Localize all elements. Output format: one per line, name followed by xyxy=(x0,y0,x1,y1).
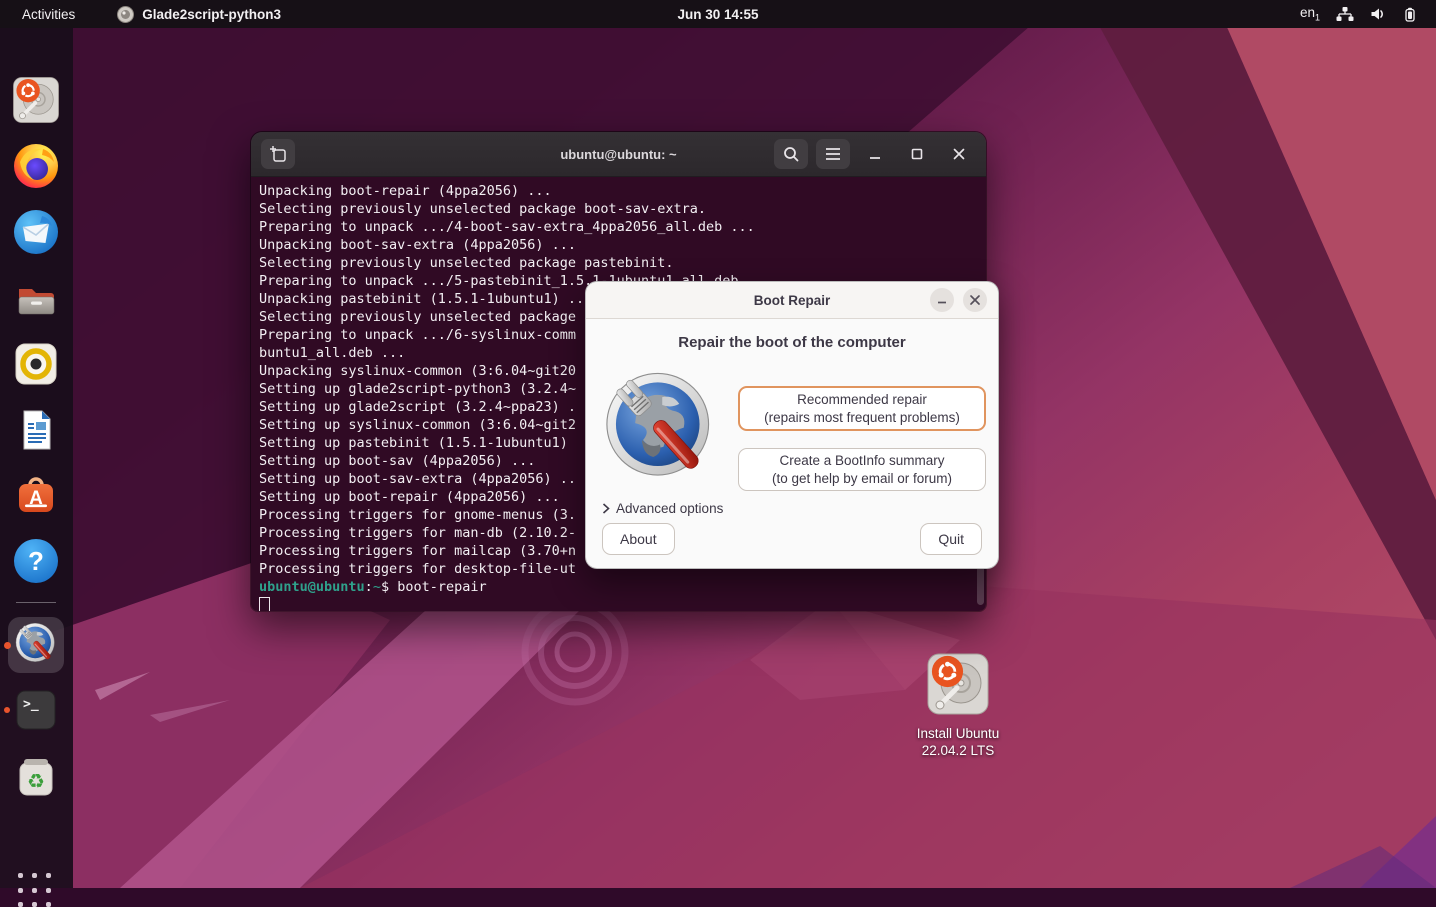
dock-item-install-ubuntu[interactable] xyxy=(12,76,60,124)
chevron-right-icon xyxy=(602,503,610,514)
svg-text:?: ? xyxy=(28,546,44,576)
dock-item-files[interactable] xyxy=(12,274,60,322)
advanced-options-expander[interactable]: Advanced options xyxy=(602,501,723,516)
terminal-titlebar[interactable]: ubuntu@ubuntu: ~ xyxy=(251,132,986,177)
new-tab-button[interactable] xyxy=(261,139,295,169)
terminal-line: Preparing to unpack .../4-boot-sav-extra… xyxy=(259,218,986,236)
terminal-prompt: ubuntu@ubuntu:~$ boot-repair xyxy=(259,578,986,596)
focused-app-indicator[interactable]: Glade2script-python3 xyxy=(117,6,281,23)
dialog-heading: Repair the boot of the computer xyxy=(586,334,998,351)
minimize-icon xyxy=(868,147,882,161)
volume-icon xyxy=(1370,7,1386,21)
terminal-line: Unpacking boot-repair (4ppa2056) ... xyxy=(259,182,986,200)
boot-repair-icon xyxy=(13,622,59,668)
boot-repair-logo xyxy=(602,370,718,492)
running-indicator-terminal xyxy=(4,707,10,713)
minimize-icon xyxy=(936,294,948,306)
minimize-button[interactable] xyxy=(858,139,892,169)
terminal-cursor xyxy=(259,597,270,612)
terminal-icon: >_ xyxy=(12,686,60,734)
dialog-close-button[interactable] xyxy=(963,288,987,312)
firefox-icon xyxy=(12,142,60,190)
maximize-icon xyxy=(910,147,924,161)
dialog-titlebar[interactable]: Boot Repair xyxy=(586,282,998,319)
install-ubuntu-icon xyxy=(926,652,990,716)
clock-button[interactable]: Jun 30 14:55 xyxy=(671,5,764,24)
dock-divider xyxy=(16,602,56,603)
desktop-icon-label: Install Ubuntu 22.04.2 LTS xyxy=(903,725,1013,759)
install-ubuntu-icon xyxy=(12,76,60,124)
dock-item-trash[interactable]: ♻ xyxy=(12,752,60,800)
search-button[interactable] xyxy=(774,139,808,169)
show-applications-button[interactable] xyxy=(18,873,54,907)
dock-item-firefox[interactable] xyxy=(12,142,60,190)
help-icon: ? xyxy=(12,537,60,585)
svg-text:♻: ♻ xyxy=(27,769,45,793)
svg-text:>_: >_ xyxy=(23,697,39,712)
close-icon xyxy=(952,147,966,161)
terminal-line: Selecting previously unselected package … xyxy=(259,200,986,218)
dialog-minimize-button[interactable] xyxy=(930,288,954,312)
files-icon xyxy=(12,274,60,322)
dock-item-thunderbird[interactable] xyxy=(12,208,60,256)
terminal-line: Unpacking boot-sav-extra (4ppa2056) ... xyxy=(259,236,986,254)
trash-icon: ♻ xyxy=(12,752,60,800)
focused-app-name: Glade2script-python3 xyxy=(142,7,281,22)
boot-repair-dialog: Boot Repair Repair the boot of the compu… xyxy=(585,281,999,569)
quit-button[interactable]: Quit xyxy=(920,523,982,555)
ubuntu-software-icon: A xyxy=(12,471,60,519)
dock-item-rhythmbox[interactable] xyxy=(12,340,60,388)
about-button[interactable]: About xyxy=(602,523,675,555)
dock-item-libreoffice-writer[interactable] xyxy=(12,406,60,454)
hamburger-icon xyxy=(825,147,841,161)
search-icon xyxy=(782,145,800,163)
maximize-button[interactable] xyxy=(900,139,934,169)
battery-icon xyxy=(1402,7,1418,22)
activities-button[interactable]: Activities xyxy=(16,5,81,24)
running-indicator-boot-repair xyxy=(4,642,11,649)
recommended-repair-button[interactable]: Recommended repair (repairs most frequen… xyxy=(738,386,986,431)
top-bar: Activities Glade2script-python3 Jun 30 1… xyxy=(0,0,1436,28)
network-icon xyxy=(1336,6,1354,22)
rhythmbox-icon xyxy=(12,340,60,388)
dock: A ? >_ ♻ xyxy=(0,28,73,888)
libreoffice-writer-icon xyxy=(12,406,60,454)
dock-item-ubuntu-software[interactable]: A xyxy=(12,471,60,519)
desktop-icon-install-ubuntu[interactable]: Install Ubuntu 22.04.2 LTS xyxy=(903,652,1013,759)
system-tray[interactable]: en1 xyxy=(1300,5,1418,23)
menu-button[interactable] xyxy=(816,139,850,169)
dock-item-terminal[interactable]: >_ xyxy=(12,686,60,734)
dock-item-help[interactable]: ? xyxy=(12,537,60,585)
close-icon xyxy=(969,294,981,306)
terminal-line: Selecting previously unselected package … xyxy=(259,254,986,272)
keyboard-layout-indicator: en1 xyxy=(1300,5,1320,23)
bootinfo-summary-button[interactable]: Create a BootInfo summary (to get help b… xyxy=(738,448,986,491)
focused-app-icon xyxy=(117,6,134,23)
close-button[interactable] xyxy=(942,139,976,169)
dock-item-boot-repair[interactable] xyxy=(8,617,64,673)
thunderbird-icon xyxy=(12,208,60,256)
